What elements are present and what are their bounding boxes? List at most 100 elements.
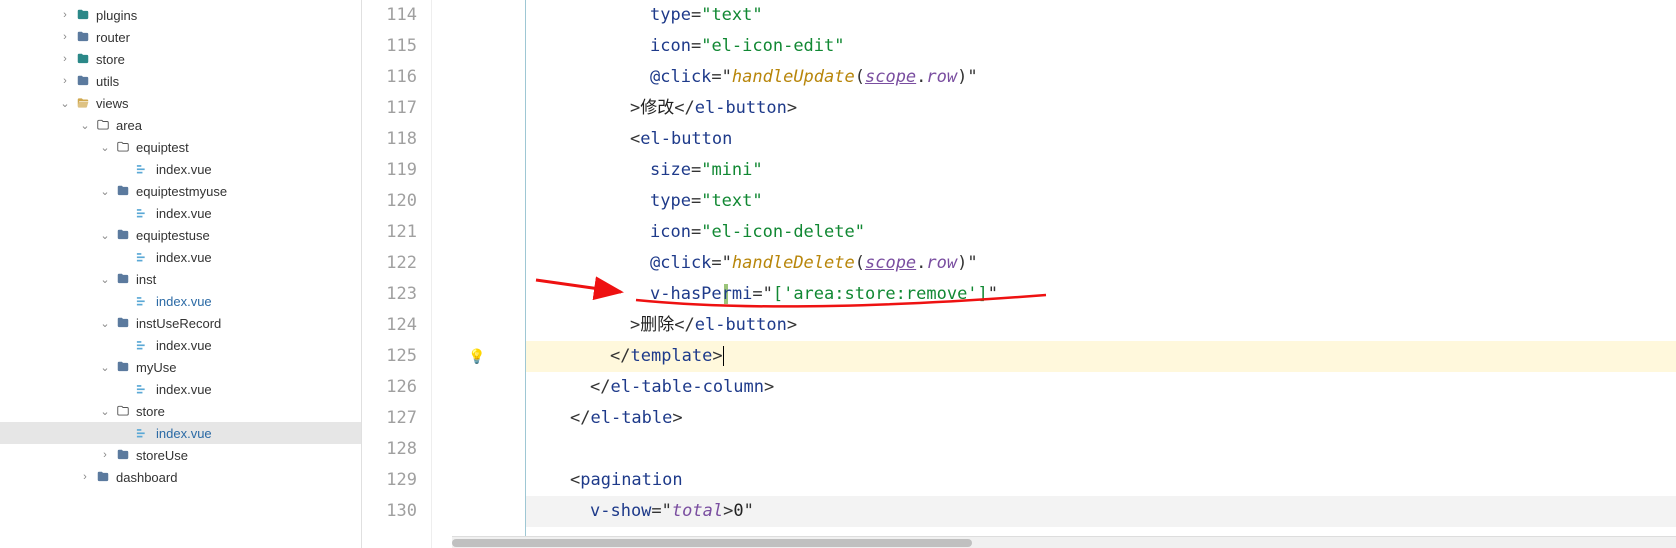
tree-item-storeUse[interactable]: ›storeUse: [0, 444, 361, 466]
token-punc: <: [630, 129, 640, 149]
token-punc: </: [674, 98, 694, 118]
token-tag: template: [630, 346, 712, 366]
code-line[interactable]: @click="handleUpdate(scope.row)": [526, 62, 1676, 93]
tree-item-index-vue[interactable]: index.vue: [0, 158, 361, 180]
chevron-down-icon[interactable]: ⌄: [96, 361, 114, 374]
code-line[interactable]: size="mini": [526, 155, 1676, 186]
folder-closed-icon: [114, 446, 132, 464]
chevron-down-icon[interactable]: ⌄: [96, 141, 114, 154]
line-number: 129: [362, 465, 417, 496]
chevron-down-icon[interactable]: ⌄: [96, 317, 114, 330]
tree-item-instUseRecord[interactable]: ⌄instUseRecord: [0, 312, 361, 334]
code-line[interactable]: icon="el-icon-edit": [526, 31, 1676, 62]
intent-bulb-icon[interactable]: 💡: [468, 349, 485, 365]
code-line[interactable]: type="text": [526, 0, 1676, 31]
token-punc: =: [691, 5, 701, 25]
tree-item-label: store: [96, 52, 125, 67]
token-tag: pagination: [580, 470, 682, 490]
tree-item-area[interactable]: ⌄ area: [0, 114, 361, 136]
line-number: 124: [362, 310, 417, 341]
folder-closed-icon: [74, 50, 92, 68]
line-number: 114: [362, 0, 417, 31]
folder-closed-icon: [74, 6, 92, 24]
code-line[interactable]: v-show="total>0": [526, 496, 1676, 527]
code-line[interactable]: </el-table>: [526, 403, 1676, 434]
line-number: 121: [362, 217, 417, 248]
tree-item-utils[interactable]: › utils: [0, 70, 361, 92]
token-text: 修改: [640, 98, 674, 118]
tree-item-inst[interactable]: ⌄inst: [0, 268, 361, 290]
tree-item-equiptestuse[interactable]: ⌄equiptestuse: [0, 224, 361, 246]
token-punc: =: [691, 160, 701, 180]
token-punc: =": [711, 253, 731, 273]
tree-item-index-vue[interactable]: index.vue: [0, 246, 361, 268]
code-line[interactable]: [526, 434, 1676, 465]
token-text: 0: [733, 501, 743, 521]
code-line[interactable]: @click="handleDelete(scope.row)": [526, 248, 1676, 279]
token-punc: ": [744, 501, 754, 521]
chevron-right-icon[interactable]: ›: [96, 449, 114, 461]
tree-item-router[interactable]: ›router: [0, 26, 361, 48]
tree-item-store[interactable]: › store: [0, 48, 361, 70]
code-editor[interactable]: 1141151161171181191201211221231241251261…: [362, 0, 1676, 548]
chevron-right-icon[interactable]: ›: [56, 31, 74, 43]
tree-item-myUse[interactable]: ⌄myUse: [0, 356, 361, 378]
token-punc: </: [590, 377, 610, 397]
token-punc: (: [855, 253, 865, 273]
code-line[interactable]: >删除</el-button>: [526, 310, 1676, 341]
token-attr: icon: [650, 36, 691, 56]
folder-closed-icon: [114, 182, 132, 200]
code-line[interactable]: <pagination: [526, 465, 1676, 496]
chevron-down-icon[interactable]: ⌄: [96, 185, 114, 198]
chevron-right-icon[interactable]: ›: [56, 75, 74, 87]
token-punc: </: [674, 315, 694, 335]
code-line[interactable]: </template>: [526, 341, 1676, 372]
tree-item-label: utils: [96, 74, 119, 89]
scrollbar-thumb[interactable]: [452, 539, 972, 547]
folder-closed-icon: [74, 28, 92, 46]
token-attr: v-show: [590, 501, 651, 521]
chevron-down-icon[interactable]: ⌄: [96, 405, 114, 418]
tree-item-plugins[interactable]: ›plugins: [0, 4, 361, 26]
tree-item-index-vue[interactable]: index.vue: [0, 422, 361, 444]
tree-item-label: equiptestmyuse: [136, 184, 227, 199]
code-line[interactable]: </el-table-column>: [526, 372, 1676, 403]
tree-item-index-vue[interactable]: index.vue: [0, 202, 361, 224]
chevron-down-icon[interactable]: ⌄: [96, 229, 114, 242]
code-line[interactable]: <el-button: [526, 124, 1676, 155]
folder-closed-icon: [114, 270, 132, 288]
tree-item-label: area: [116, 118, 142, 133]
token-ident: row: [926, 67, 957, 87]
folder-closed-icon: [74, 72, 92, 90]
chevron-right-icon[interactable]: ›: [56, 9, 74, 21]
folder-outline-icon: [114, 402, 132, 420]
line-number: 123: [362, 279, 417, 310]
chevron-right-icon[interactable]: ›: [76, 471, 94, 483]
tree-item-store[interactable]: ⌄store: [0, 400, 361, 422]
code-line[interactable]: icon="el-icon-delete": [526, 217, 1676, 248]
tree-item-equiptestmyuse[interactable]: ⌄ equiptestmyuse: [0, 180, 361, 202]
line-number: 122: [362, 248, 417, 279]
code-line[interactable]: type="text": [526, 186, 1676, 217]
tree-item-index-vue[interactable]: index.vue: [0, 378, 361, 400]
tree-item-index-vue[interactable]: index.vue: [0, 334, 361, 356]
chevron-down-icon[interactable]: ⌄: [76, 119, 94, 132]
code-line[interactable]: v-hasPermi="['area:store:remove']": [526, 279, 1676, 310]
line-number: 118: [362, 124, 417, 155]
horizontal-scrollbar[interactable]: [452, 536, 1676, 548]
chevron-right-icon[interactable]: ›: [56, 53, 74, 65]
tree-item-dashboard[interactable]: ›dashboard: [0, 466, 361, 488]
line-number-gutter: 1141151161171181191201211221231241251261…: [362, 0, 432, 548]
token-attr: type: [650, 5, 691, 25]
chevron-down-icon[interactable]: ⌄: [56, 97, 74, 110]
file-tree-sidebar[interactable]: ›plugins›router›store›utils⌄views⌄area⌄e…: [0, 0, 362, 548]
token-punc: (: [855, 67, 865, 87]
code-line[interactable]: >修改</el-button>: [526, 93, 1676, 124]
tree-item-views[interactable]: ⌄views: [0, 92, 361, 114]
tree-item-equiptest[interactable]: ⌄equiptest: [0, 136, 361, 158]
chevron-down-icon[interactable]: ⌄: [96, 273, 114, 286]
token-punc: >: [712, 346, 722, 366]
code-area[interactable]: type="text"icon="el-icon-edit"@click="ha…: [526, 0, 1676, 548]
tree-item-index-vue[interactable]: index.vue: [0, 290, 361, 312]
token-punc: >: [723, 501, 733, 521]
